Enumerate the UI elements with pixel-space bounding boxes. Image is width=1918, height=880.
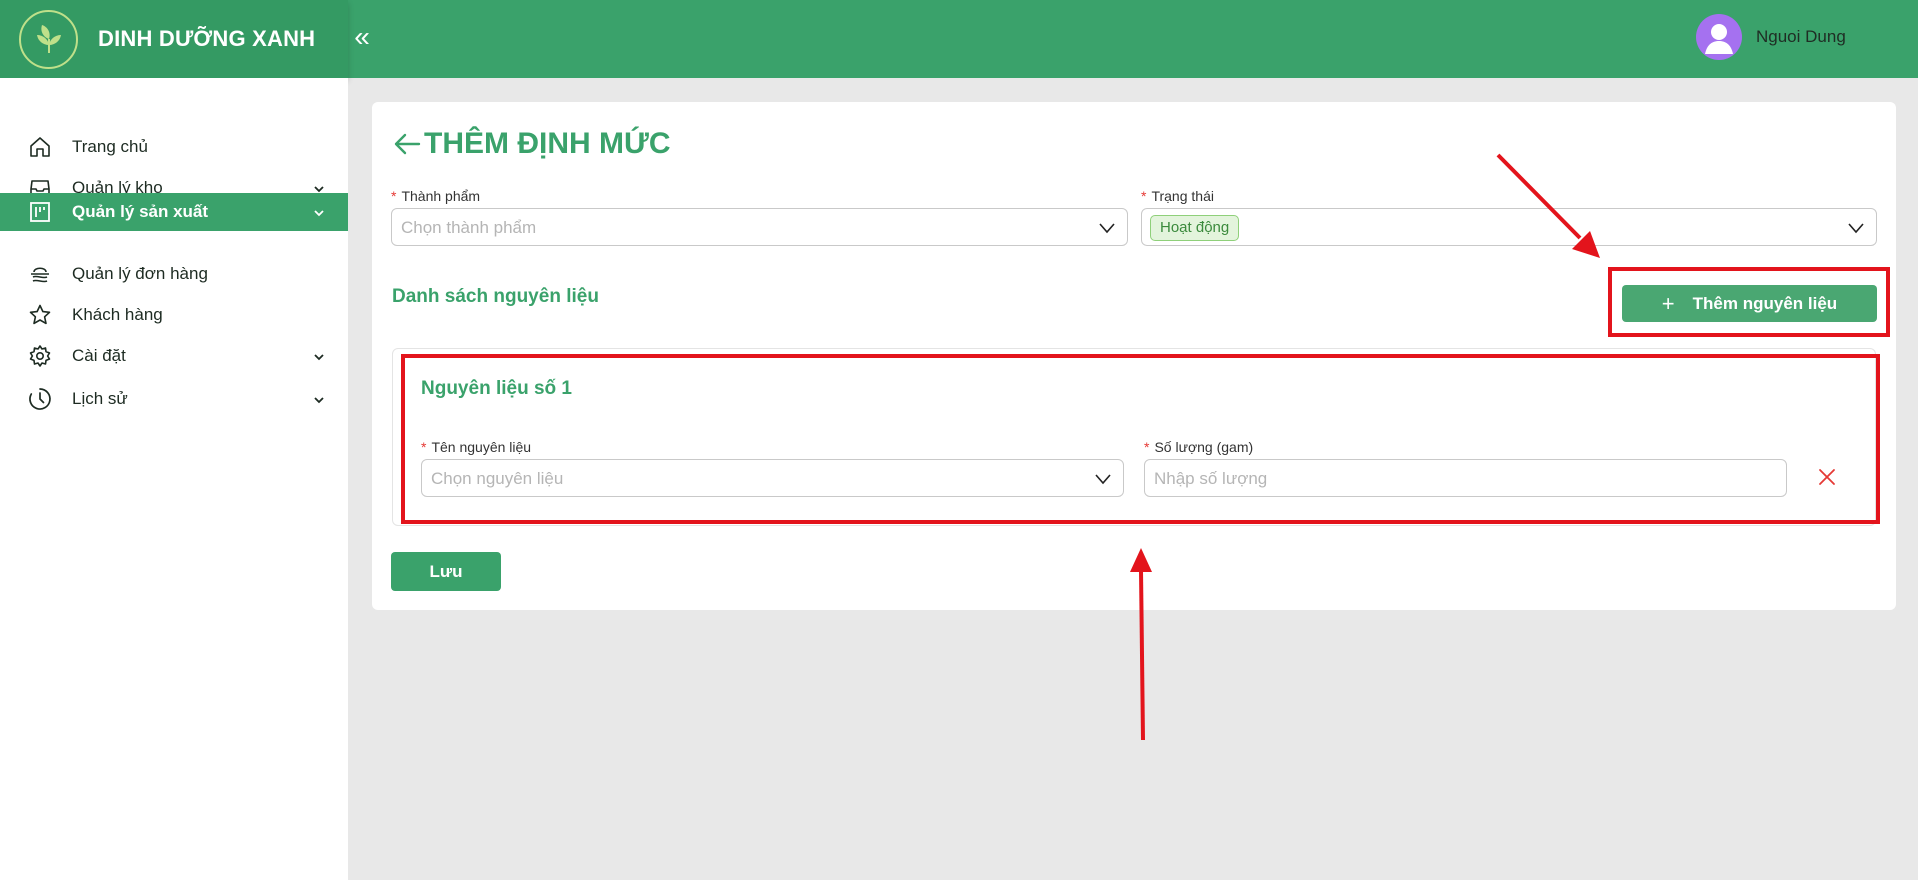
- sidebar: Trang chủ Quản lý kho Quản lý sản xuất Q…: [0, 78, 348, 880]
- sidebar-item-label: Cài đặt: [72, 346, 126, 365]
- history-icon: [29, 388, 51, 410]
- annotation-highlight-ingredient: [401, 354, 1880, 524]
- user-menu[interactable]: Nguoi Dung: [1696, 14, 1846, 60]
- gear-icon: [29, 345, 51, 367]
- product-select[interactable]: Chọn thành phẩm: [391, 208, 1128, 246]
- production-icon: [30, 202, 50, 222]
- sidebar-item-label: Lịch sử: [72, 389, 128, 408]
- sidebar-item-label: Khách hàng: [72, 305, 163, 324]
- chevron-down-icon: [314, 397, 324, 404]
- sidebar-item-label: Trang chủ: [72, 137, 148, 156]
- sidebar-item-orders[interactable]: Quản lý đơn hàng: [0, 255, 348, 293]
- order-icon: [31, 267, 49, 283]
- product-select-placeholder: Chọn thành phẩm: [401, 218, 537, 237]
- sidebar-item-history[interactable]: Lịch sử: [0, 380, 348, 418]
- collapse-sidebar-button[interactable]: «: [350, 22, 374, 52]
- top-header: DINH DƯỠNG XANH « Nguoi Dung: [0, 0, 1918, 78]
- chevron-down-icon: [1848, 223, 1864, 234]
- ingredients-section-title: Danh sách nguyên liệu: [392, 286, 599, 307]
- page-title-text: THÊM ĐỊNH MỨC: [424, 127, 671, 160]
- status-label: * Trạng thái: [1141, 188, 1214, 204]
- star-icon: [29, 304, 51, 325]
- sidebar-item-settings[interactable]: Cài đặt: [0, 337, 348, 375]
- avatar-icon: [1696, 14, 1742, 60]
- user-name: Nguoi Dung: [1756, 27, 1846, 46]
- brand-name: DINH DƯỠNG XANH: [98, 26, 316, 51]
- sidebar-item-production-row[interactable]: Quản lý sản xuất: [0, 193, 348, 231]
- page-title: THÊM ĐỊNH MỨC: [392, 124, 671, 164]
- sidebar-item-customers[interactable]: Khách hàng: [0, 296, 348, 334]
- status-select[interactable]: Hoạt động: [1141, 208, 1877, 246]
- product-label: * Thành phẩm: [391, 188, 481, 204]
- chevron-down-icon: [1099, 223, 1115, 234]
- chevron-down-icon: [314, 210, 324, 217]
- arrow-left-icon[interactable]: [392, 129, 422, 159]
- annotation-highlight-add-button: [1608, 267, 1890, 337]
- sidebar-item-label: Quản lý đơn hàng: [72, 264, 208, 283]
- leaf-logo-icon: [19, 9, 78, 69]
- brand-area: DINH DƯỠNG XANH: [0, 0, 348, 78]
- sidebar-item-home[interactable]: Trang chủ: [0, 128, 348, 166]
- chevron-down-icon: [314, 354, 324, 361]
- sidebar-item-label: Quản lý sản xuất: [72, 202, 209, 221]
- save-button[interactable]: Lưu: [391, 552, 501, 591]
- home-icon: [30, 137, 50, 157]
- status-tag: Hoạt động: [1150, 215, 1240, 241]
